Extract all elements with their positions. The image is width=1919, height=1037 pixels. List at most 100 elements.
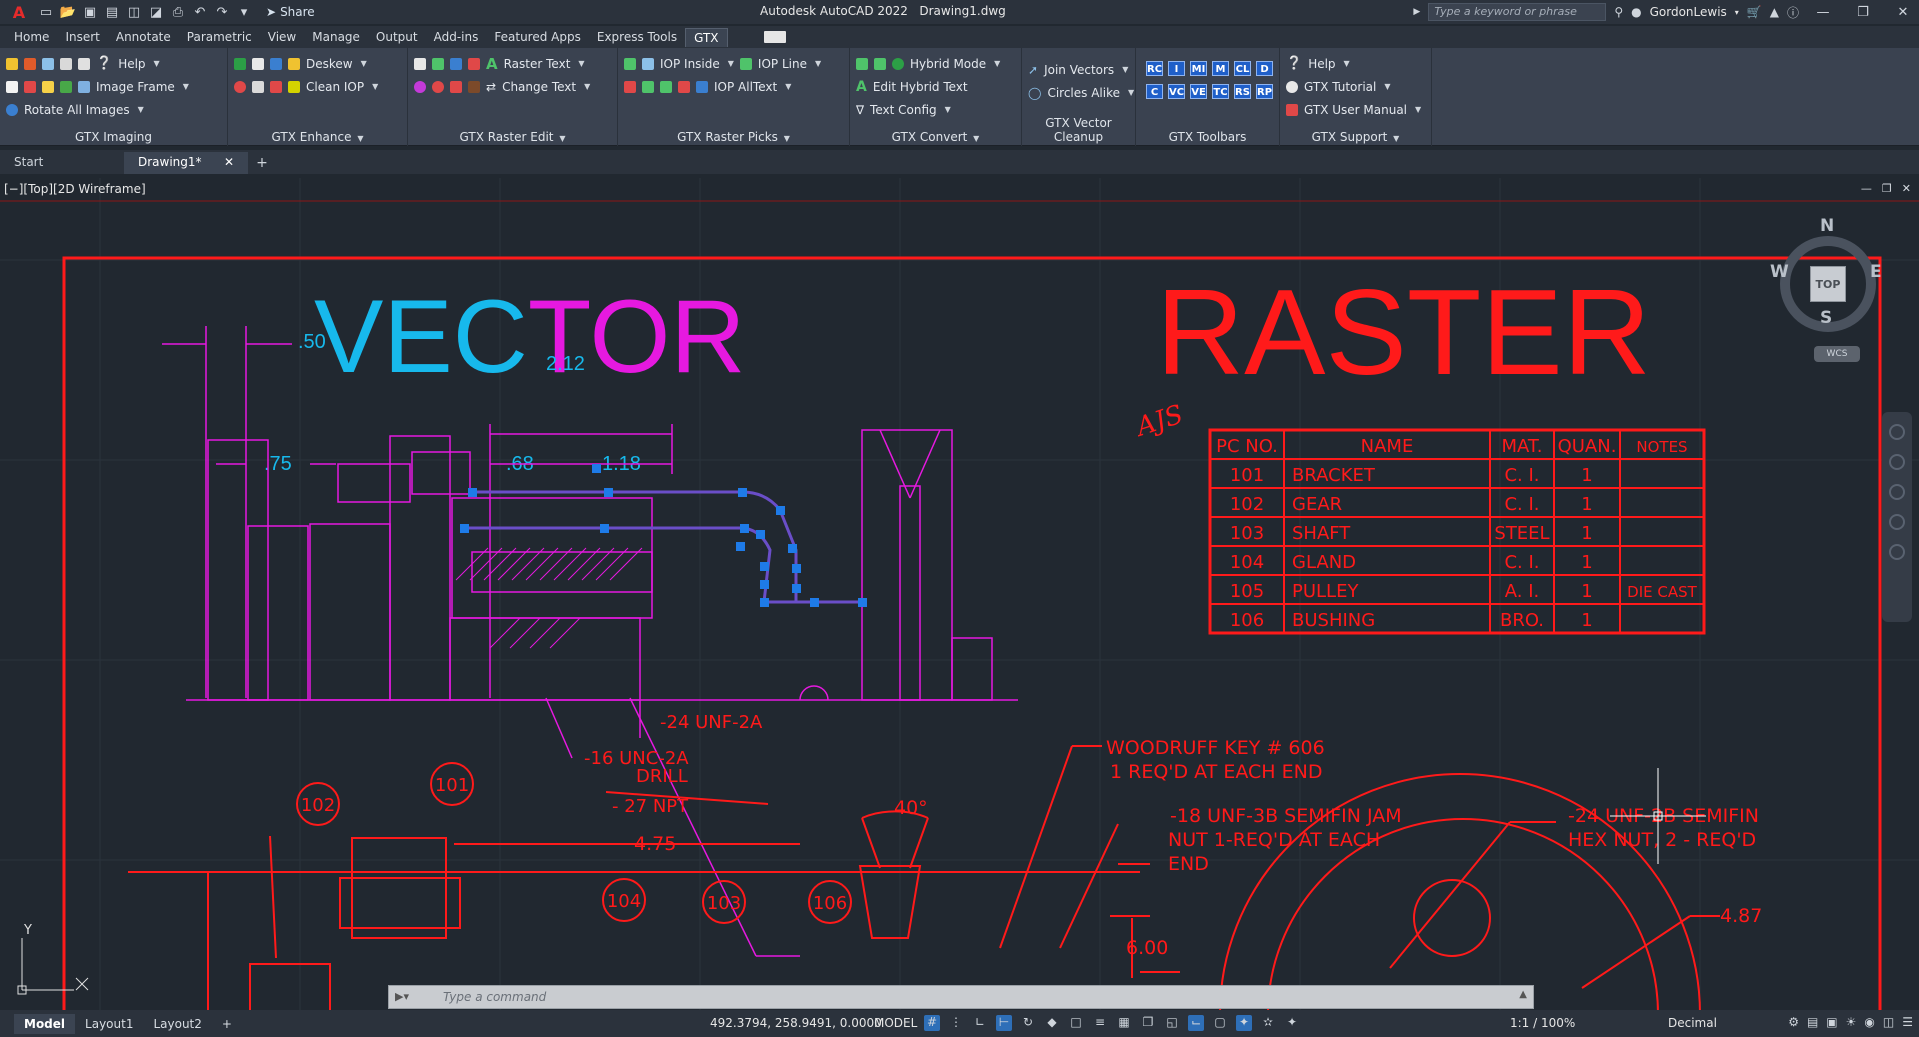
chevron-down-icon[interactable]: ▼ — [785, 82, 791, 91]
raster-arc-icon[interactable] — [450, 57, 462, 70]
3d-osnap-icon[interactable]: ◱ — [1164, 1015, 1180, 1031]
pick-arc-icon[interactable] — [624, 80, 636, 93]
pan-icon[interactable] — [1889, 454, 1905, 470]
undo-icon[interactable]: ↶ — [192, 4, 208, 20]
rotate-all-images-button[interactable]: Rotate All Images — [24, 103, 130, 117]
viewport-restore-icon[interactable]: ❐ — [1882, 182, 1892, 195]
help-icon[interactable]: ⓘ — [1787, 4, 1799, 21]
image-save-icon[interactable] — [42, 57, 54, 70]
pick-line-icon[interactable] — [624, 57, 636, 70]
search-icon[interactable]: ⚲ — [1614, 5, 1623, 19]
toolbar-rp-button[interactable]: RP — [1256, 84, 1273, 99]
raster-erase-icon[interactable] — [468, 57, 480, 70]
transparency-icon[interactable]: ▦ — [1116, 1015, 1132, 1031]
expand-arrow-icon[interactable]: ▶ — [1413, 7, 1420, 17]
chevron-down-icon[interactable]: ▼ — [357, 134, 363, 143]
open-web-icon[interactable]: ◫ — [126, 4, 142, 20]
tab-express-tools[interactable]: Express Tools — [589, 28, 685, 46]
command-expand-icon[interactable]: ▲ — [1519, 989, 1527, 1000]
grid-icon[interactable] — [252, 80, 264, 93]
raster-move-icon[interactable] — [432, 80, 444, 93]
pick-erase-icon[interactable] — [678, 80, 690, 93]
chevron-down-icon[interactable]: ▼ — [1415, 105, 1421, 114]
toolbar-mi-button[interactable]: MI — [1190, 61, 1207, 76]
image-bulb-icon[interactable] — [42, 80, 54, 93]
deskew-button[interactable]: Deskew — [306, 57, 353, 71]
chevron-down-icon[interactable]: ▼ — [138, 105, 144, 114]
tab-layout1[interactable]: Layout1 — [75, 1014, 143, 1034]
autocad-logo-icon[interactable]: A — [6, 3, 32, 22]
gtx-tutorial-button[interactable]: GTX Tutorial — [1304, 80, 1376, 94]
crop-icon[interactable] — [252, 57, 264, 70]
save-icon[interactable]: ▣ — [82, 4, 98, 20]
toolbar-rs-button[interactable]: RS — [1234, 84, 1251, 99]
image-color-icon[interactable] — [60, 80, 72, 93]
image-frame-button[interactable]: Image Frame — [96, 80, 175, 94]
zoom-icon[interactable] — [1889, 484, 1905, 500]
annotation-scale[interactable]: 1:1 / 100% — [1510, 1016, 1575, 1030]
erase-icon[interactable] — [270, 80, 282, 93]
toolbar-m-button[interactable]: M — [1212, 61, 1229, 76]
compass-north[interactable]: N — [1820, 216, 1834, 236]
tab-insert[interactable]: Insert — [57, 28, 107, 46]
text-config-button[interactable]: Text Config — [870, 103, 937, 117]
a360-icon[interactable]: ▲ — [1770, 5, 1779, 19]
iop-line-button[interactable]: IOP Line — [758, 57, 807, 71]
tab-home[interactable]: Home — [6, 28, 57, 46]
tab-model[interactable]: Model — [14, 1013, 76, 1034]
chevron-down-icon[interactable]: ▼ — [372, 82, 378, 91]
raster-circle-icon[interactable] — [414, 80, 426, 93]
invert-icon[interactable] — [234, 80, 246, 93]
restore-icon[interactable]: ❐ — [1847, 5, 1879, 20]
toolbar-c-button[interactable]: C — [1146, 84, 1163, 99]
clean-screen-icon[interactable]: ◫ — [1883, 1015, 1894, 1029]
clean-iop-button[interactable]: Clean IOP — [306, 80, 364, 94]
tab-drawing1[interactable]: Drawing1* ✕ — [124, 152, 248, 174]
imaging-help-button[interactable]: Help — [118, 57, 145, 71]
steering-wheel-icon[interactable] — [1889, 424, 1905, 440]
toolbar-tc-button[interactable]: TC — [1212, 84, 1229, 99]
raster-rotate-icon[interactable] — [468, 80, 480, 93]
pick-circle-icon[interactable] — [642, 80, 654, 93]
raster-text-button[interactable]: Raster Text — [504, 57, 571, 71]
annotation-visibility-icon[interactable]: ✫ — [1260, 1015, 1276, 1031]
pick-polygon-icon[interactable] — [660, 80, 672, 93]
toolbar-d-button[interactable]: D — [1256, 61, 1273, 76]
plot-icon[interactable]: ⎙ — [170, 4, 186, 20]
chevron-down-icon[interactable]: ▼ — [815, 59, 821, 68]
tab-output[interactable]: Output — [368, 28, 426, 46]
redo-icon[interactable]: ↷ — [214, 4, 230, 20]
viewcube-face-top[interactable]: TOP — [1810, 266, 1846, 302]
close-icon[interactable]: ✕ — [1887, 5, 1919, 20]
dynamic-ucs-icon[interactable]: ⌙ — [1188, 1015, 1204, 1031]
drawing-canvas[interactable]: VECTOR RASTER .50 .75 2.12 .68 1.18 -24 … — [0, 178, 1919, 1014]
compass-east[interactable]: E — [1870, 262, 1882, 282]
grid-icon[interactable]: # — [924, 1015, 940, 1031]
support-help-button[interactable]: Help — [1308, 57, 1335, 71]
graphics-performance-icon[interactable]: ◉ — [1864, 1015, 1874, 1029]
join-vectors-button[interactable]: Join Vectors — [1044, 63, 1114, 77]
viewport-close-icon[interactable]: ✕ — [1902, 182, 1911, 195]
chevron-down-icon[interactable]: ▼ — [183, 82, 189, 91]
despeckle-icon[interactable] — [234, 57, 246, 70]
search-input[interactable]: Type a keyword or phrase — [1428, 3, 1607, 21]
convert-vector-icon[interactable] — [856, 57, 868, 70]
osnap-icon[interactable]: □ — [1068, 1015, 1084, 1031]
tab-parametric[interactable]: Parametric — [179, 28, 260, 46]
viewcube[interactable]: TOP N S E W WCS — [1770, 216, 1888, 362]
raster-polyline-icon[interactable] — [432, 57, 444, 70]
new-file-icon[interactable]: ▭ — [38, 4, 54, 20]
circles-alike-button[interactable]: Circles Alike — [1047, 86, 1120, 100]
toolbar-cl-button[interactable]: CL — [1234, 61, 1251, 76]
user-name[interactable]: GordonLewis — [1650, 5, 1727, 19]
share-button[interactable]: ➤ Share — [266, 5, 315, 19]
tab-view[interactable]: View — [260, 28, 304, 46]
iop-inside-button[interactable]: IOP Inside — [660, 57, 720, 71]
open-file-icon[interactable]: 📂 — [60, 4, 76, 20]
chevron-down-icon[interactable]: ▼ — [1344, 59, 1350, 68]
user-icon[interactable]: ● — [1631, 5, 1641, 19]
polar-icon[interactable]: ↻ — [1020, 1015, 1036, 1031]
edit-hybrid-text-button[interactable]: Edit Hybrid Text — [873, 80, 968, 94]
viewport-controls-label[interactable]: [−][Top][2D Wireframe] — [4, 182, 146, 196]
compass-west[interactable]: W — [1770, 262, 1789, 282]
